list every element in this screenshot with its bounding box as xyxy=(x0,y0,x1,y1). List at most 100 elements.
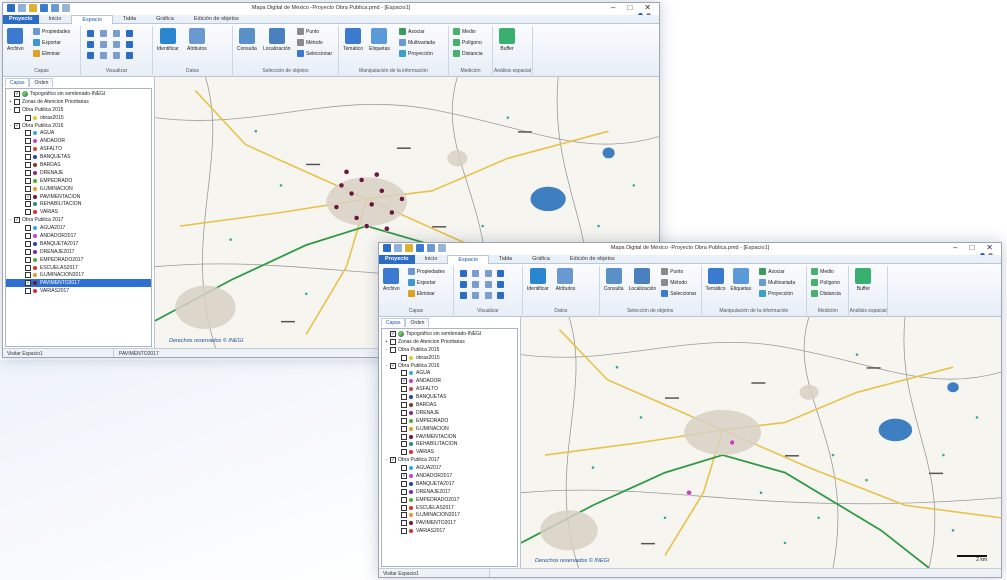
expand-toggle-icon[interactable]: - xyxy=(8,107,13,113)
layer-checkbox[interactable]: ✓ xyxy=(401,472,407,479)
layer-row[interactable]: VARIAS2017 xyxy=(382,527,517,535)
layer-checkbox[interactable] xyxy=(25,138,31,145)
layer-checkbox[interactable] xyxy=(401,409,407,416)
layer-row[interactable]: - ✓ Obra Publica 2017 xyxy=(6,216,151,224)
layer-row[interactable]: ILUMINACION2017 xyxy=(6,271,151,279)
propiedades-button[interactable]: Propiedades xyxy=(33,28,70,35)
layer-row[interactable]: DRENAJE2017 xyxy=(6,248,151,256)
distancia-button[interactable]: Distancia xyxy=(453,50,483,57)
layer-checkbox[interactable] xyxy=(390,346,396,353)
archivo-button[interactable]: Archivo xyxy=(383,268,400,292)
layer-checkbox[interactable] xyxy=(25,114,31,121)
layer-row[interactable]: PAVIMENTO2017 xyxy=(382,519,517,527)
layer-checkbox[interactable]: ✓ xyxy=(390,457,396,464)
tematico-button[interactable]: Temático xyxy=(343,28,363,52)
expand-toggle-icon[interactable]: - xyxy=(384,347,389,353)
layer-row[interactable]: + Zonas de Atencion Prioritarias xyxy=(6,98,151,106)
layer-checkbox[interactable] xyxy=(401,370,407,377)
layer-checkbox[interactable] xyxy=(25,264,31,271)
tab-tabla[interactable]: Tabla xyxy=(489,255,522,264)
tab-espacio[interactable]: Espacio xyxy=(447,255,489,264)
layer-checkbox[interactable] xyxy=(25,201,31,208)
layer-checkbox[interactable] xyxy=(401,465,407,472)
more-button[interactable] xyxy=(497,292,505,299)
minimize-icon[interactable]: – xyxy=(953,243,957,252)
layer-checkbox[interactable] xyxy=(401,354,407,361)
layer-row[interactable]: PAVIMENTACION xyxy=(382,433,517,441)
layer-checkbox[interactable] xyxy=(401,496,407,503)
pan-button[interactable] xyxy=(459,270,467,277)
layers-button[interactable] xyxy=(113,52,120,59)
layer-row[interactable]: - ✓ Obra Publica 2017 xyxy=(382,456,517,464)
layer-row[interactable]: EMPEDRADO xyxy=(382,417,517,425)
layer-row[interactable]: ✓ PAVIMENTACION xyxy=(6,193,151,201)
punto-button[interactable]: Punto xyxy=(661,268,683,275)
layer-row[interactable]: DRENAJE xyxy=(382,409,517,417)
layer-row[interactable]: VARIAS xyxy=(382,448,517,456)
tab-inicio[interactable]: Inicio xyxy=(39,15,72,24)
layer-row[interactable]: - ✓ Obra Publica 2016 xyxy=(382,362,517,370)
layer-checkbox[interactable] xyxy=(25,256,31,263)
layer-row[interactable]: DRENAJE xyxy=(6,169,151,177)
layer-row[interactable]: ASFALTO xyxy=(382,385,517,393)
zoom-layer-button[interactable] xyxy=(87,41,94,48)
layer-checkbox[interactable] xyxy=(14,98,20,105)
layer-row[interactable]: ✓ Topográfico sin sombreado-INEGI xyxy=(382,330,517,338)
layer-checkbox[interactable] xyxy=(401,520,407,527)
buffer-button[interactable]: Buffer xyxy=(499,28,515,52)
more-button[interactable] xyxy=(126,52,133,59)
layer-row[interactable]: ANDADOR xyxy=(6,137,151,145)
layer-row[interactable]: EMPEDRADO xyxy=(6,177,151,185)
layer-row[interactable]: ✓ ANDADOR xyxy=(382,377,517,385)
layer-checkbox[interactable] xyxy=(401,512,407,519)
zoom-extent-button[interactable] xyxy=(497,270,505,277)
maximize-icon[interactable]: □ xyxy=(627,3,632,12)
tab-gr-fica[interactable]: Gráfica xyxy=(146,15,184,24)
exportar-button[interactable]: Exportar xyxy=(407,279,436,286)
layer-checkbox[interactable] xyxy=(25,225,31,232)
expand-toggle-icon[interactable]: - xyxy=(8,123,13,129)
punto-button[interactable]: Punto xyxy=(297,28,319,35)
layer-checkbox[interactable] xyxy=(25,169,31,176)
layer-row[interactable]: BANQUETA2017 xyxy=(382,480,517,488)
layer-row[interactable]: ✓ PAVIMENTO2017 xyxy=(6,279,151,288)
poligono-button[interactable]: Polígono xyxy=(453,39,482,46)
layer-checkbox[interactable]: ✓ xyxy=(14,122,20,129)
layer-checkbox[interactable] xyxy=(401,504,407,511)
layer-row[interactable]: BANQUETAS xyxy=(382,393,517,401)
layer-checkbox[interactable]: ✓ xyxy=(390,362,396,369)
consulta-button[interactable]: Consulta xyxy=(237,28,257,52)
layers-button[interactable] xyxy=(484,292,492,299)
tab-gr-fica[interactable]: Gráfica xyxy=(522,255,560,264)
zoom-in-button[interactable] xyxy=(472,270,480,277)
tab-espacio[interactable]: Espacio xyxy=(71,15,113,24)
layer-row[interactable]: - Obra Publica 2015 xyxy=(382,346,517,354)
layer-checkbox[interactable] xyxy=(25,272,31,279)
map-view[interactable]: Derechos reservados © INEGI 2 km xyxy=(521,317,1001,568)
tab-tabla[interactable]: Tabla xyxy=(113,15,146,24)
zoom-layer-button[interactable] xyxy=(459,281,467,288)
tematico-button[interactable]: Temático xyxy=(706,268,726,292)
zoom-extent-button[interactable] xyxy=(126,30,133,37)
layer-checkbox[interactable] xyxy=(401,449,407,456)
etiquetas-button[interactable]: Etiquetas xyxy=(730,268,751,292)
atributos-button[interactable]: Atributos xyxy=(556,268,575,292)
poligono-button[interactable]: Polígono xyxy=(811,279,840,286)
layer-row[interactable]: BARDAS xyxy=(6,161,151,169)
layer-checkbox[interactable] xyxy=(25,161,31,168)
tab-capas[interactable]: Capas xyxy=(381,318,406,327)
maximize-icon[interactable]: □ xyxy=(969,243,974,252)
seleccionar-button[interactable]: Seleccionar xyxy=(661,290,696,297)
layer-checkbox[interactable] xyxy=(390,338,396,345)
propiedades-button[interactable]: Propiedades xyxy=(407,268,445,275)
layer-row[interactable]: - Obra Publica 2015 xyxy=(6,106,151,114)
expand-toggle-icon[interactable]: - xyxy=(8,217,13,223)
layer-row[interactable]: EMPEDRADO2017 xyxy=(382,496,517,504)
seleccionar-button[interactable]: Seleccionar xyxy=(297,50,332,57)
etiquetas-button[interactable]: Etiquetas xyxy=(369,28,390,52)
zoom-next-button[interactable] xyxy=(113,41,120,48)
layer-row[interactable]: BANQUETA2017 xyxy=(6,240,151,248)
pin-button[interactable] xyxy=(472,292,480,299)
layer-row[interactable]: DRENAJE2017 xyxy=(382,488,517,496)
layer-checkbox[interactable] xyxy=(25,240,31,247)
